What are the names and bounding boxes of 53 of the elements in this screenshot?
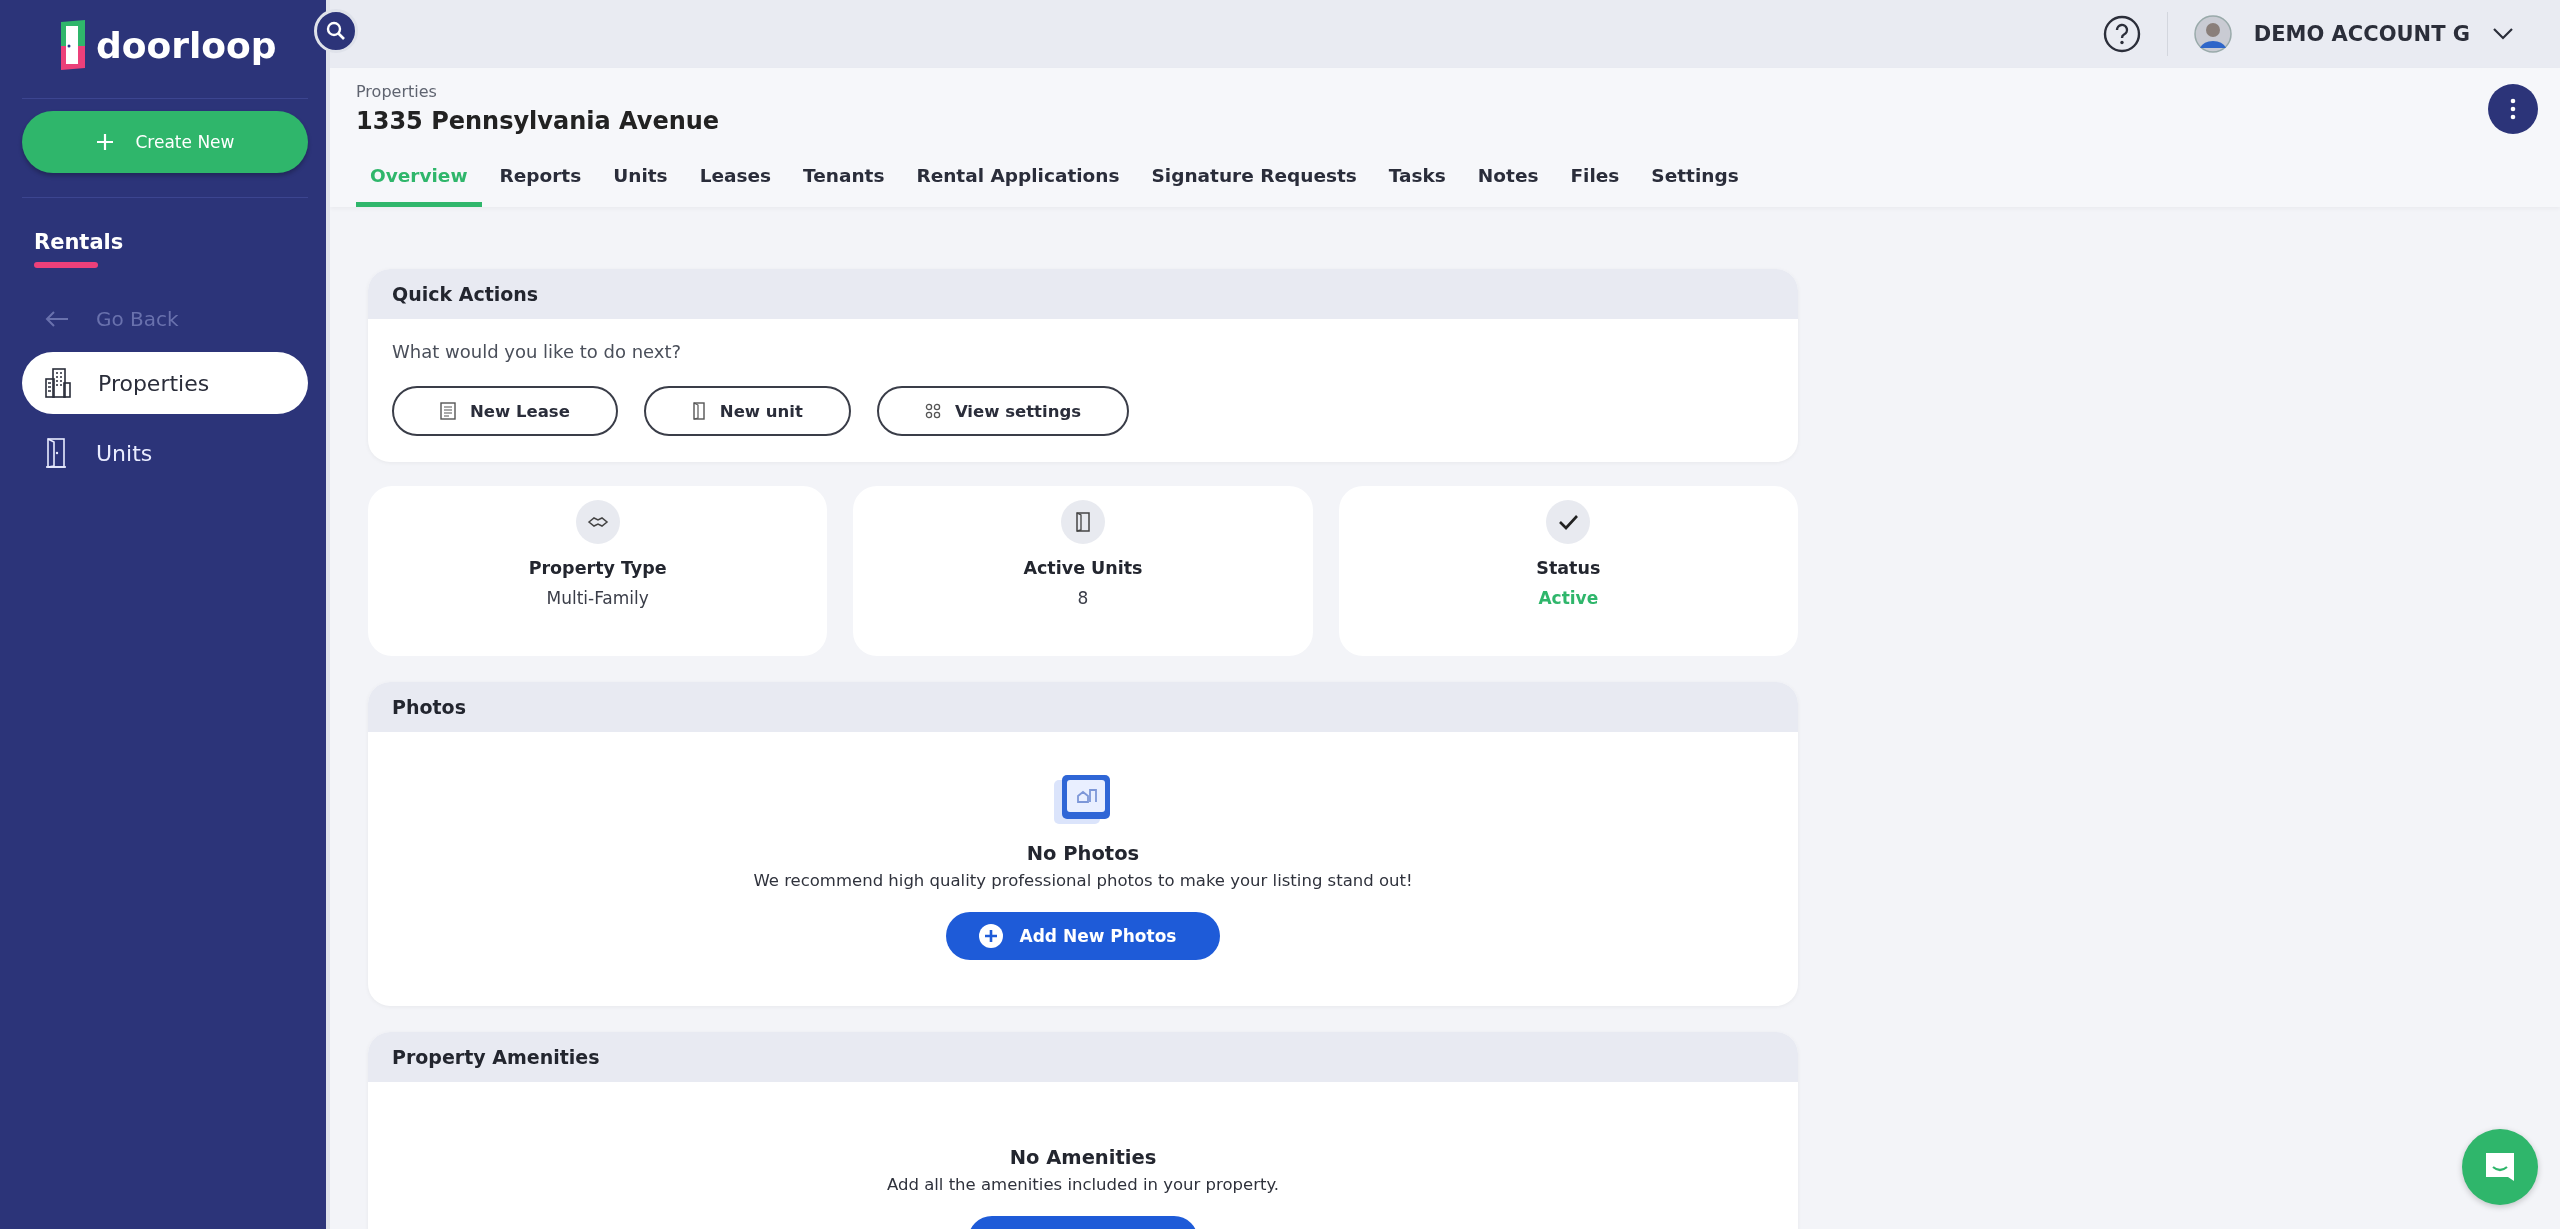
stat-label: Status — [1536, 558, 1601, 578]
plus-circle-icon — [977, 923, 1004, 949]
door-icon — [691, 402, 706, 420]
search-icon — [325, 20, 347, 42]
tab[interactable]: Notes — [1463, 165, 1553, 207]
door-logo-icon — [58, 18, 88, 72]
quick-action-button[interactable]: View settings — [876, 386, 1129, 436]
sidebar-item[interactable]: Properties — [22, 352, 308, 414]
tab[interactable]: Units — [599, 165, 682, 207]
card-header: Photos — [368, 682, 1798, 732]
grid-icon — [924, 403, 941, 419]
stat-label: Active Units — [1023, 558, 1143, 578]
tab[interactable]: Signature Requests — [1137, 165, 1371, 207]
chat-button[interactable] — [2462, 1129, 2538, 1205]
empty-title: No Amenities — [1009, 1146, 1157, 1169]
add-photos-button[interactable]: Add New Photos — [945, 912, 1221, 960]
more-dots-icon — [2510, 98, 2516, 120]
document-icon — [440, 402, 456, 420]
card-header: Quick Actions — [368, 269, 1798, 319]
account-name[interactable]: DEMO ACCOUNT G — [2253, 22, 2470, 46]
plus-icon — [95, 133, 114, 151]
checkmark-icon — [1546, 500, 1591, 544]
help-icon[interactable] — [2102, 15, 2141, 53]
empty-text: We recommend high quality professional photos to make your listing stand out! — [753, 871, 1413, 890]
tab[interactable]: Leases — [685, 165, 785, 207]
empty-text: Add all the amenities included in your property. — [886, 1175, 1280, 1194]
empty-title: No Photos — [1026, 842, 1140, 865]
tab[interactable]: Tenants — [789, 165, 899, 207]
door-icon — [1061, 500, 1105, 544]
tab[interactable]: Tasks — [1374, 165, 1460, 207]
stat-value: 8 — [1077, 588, 1089, 608]
stat-label: Property Type — [528, 558, 667, 578]
avatar-icon[interactable] — [2193, 15, 2232, 53]
tab[interactable]: Rental Applications — [902, 165, 1134, 207]
tab[interactable]: Files — [1556, 165, 1634, 207]
card-header: Property Amenities — [368, 1032, 1798, 1082]
sidebar-item[interactable]: Units — [22, 422, 308, 484]
section-title: Rentals — [34, 230, 125, 254]
page-title: 1335 Pennsylvania Avenue — [356, 107, 720, 135]
quick-action-button[interactable]: New unit — [643, 386, 851, 436]
logo-text: doorloop — [96, 24, 277, 66]
quick-action-button[interactable]: New Lease — [392, 386, 618, 436]
breadcrumb[interactable]: Properties — [356, 82, 2560, 101]
arrow-left-icon — [44, 309, 70, 329]
more-options-button[interactable] — [2488, 84, 2538, 134]
chat-icon — [2483, 1150, 2517, 1184]
stat-value: Active — [1538, 588, 1599, 608]
prompt-text: What would you like to do next? — [392, 341, 683, 362]
building-icon — [44, 367, 72, 399]
tab[interactable]: Settings — [1637, 165, 1753, 207]
tab[interactable]: Reports — [485, 165, 596, 207]
stat-value: Multi-Family — [546, 588, 649, 608]
chevron-down-icon[interactable] — [2492, 27, 2514, 41]
